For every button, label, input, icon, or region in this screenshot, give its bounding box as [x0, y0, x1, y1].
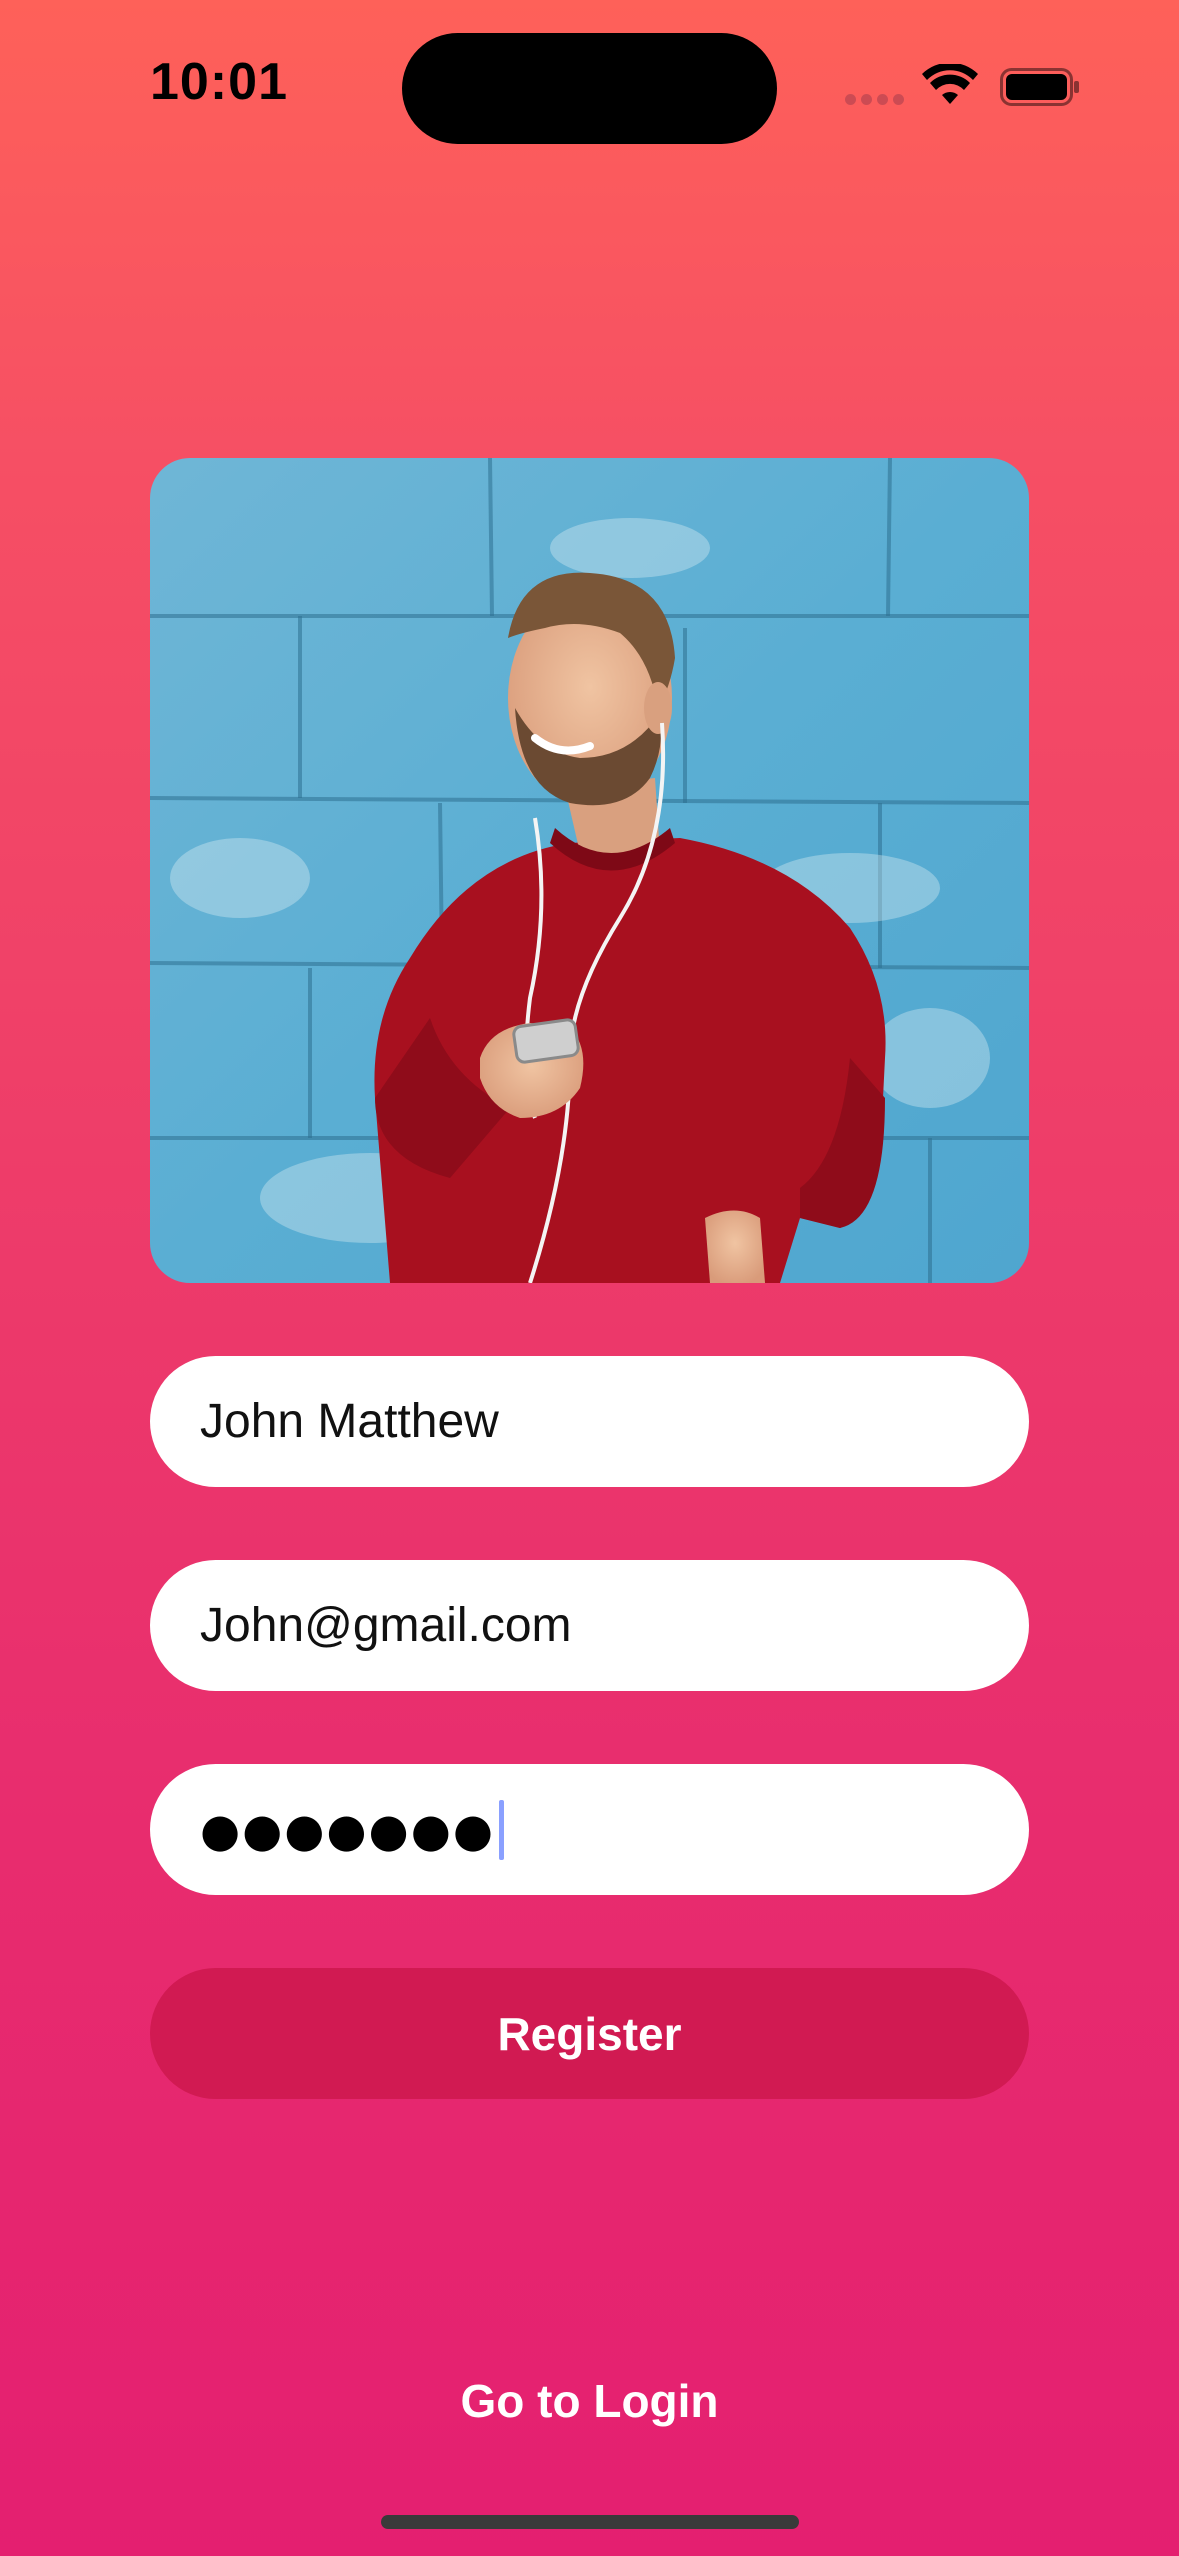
register-button-label: Register [497, 2007, 682, 2060]
profile-photo [150, 458, 1029, 1283]
battery-icon [1000, 68, 1079, 106]
dynamic-island [402, 33, 777, 144]
person-photo-icon [150, 458, 1029, 1283]
name-field-value: John Matthew [200, 1395, 499, 1448]
text-cursor [498, 1799, 504, 1860]
status-time: 10:01 [150, 53, 288, 111]
register-button[interactable]: Register [150, 1968, 1029, 2099]
go-to-login-link[interactable]: Go to Login [0, 2374, 1179, 2428]
wifi-icon [922, 64, 978, 104]
password-field-value: ●●●●●●● [200, 1802, 495, 1857]
home-indicator[interactable] [381, 2515, 799, 2529]
name-field[interactable]: John Matthew [150, 1356, 1029, 1487]
email-field[interactable]: John@gmail.com [150, 1560, 1029, 1691]
password-field[interactable]: ●●●●●●● [150, 1764, 1029, 1895]
cellular-signal-icon [845, 94, 905, 106]
email-field-value: John@gmail.com [200, 1599, 572, 1652]
go-to-login-label: Go to Login [460, 2375, 719, 2427]
